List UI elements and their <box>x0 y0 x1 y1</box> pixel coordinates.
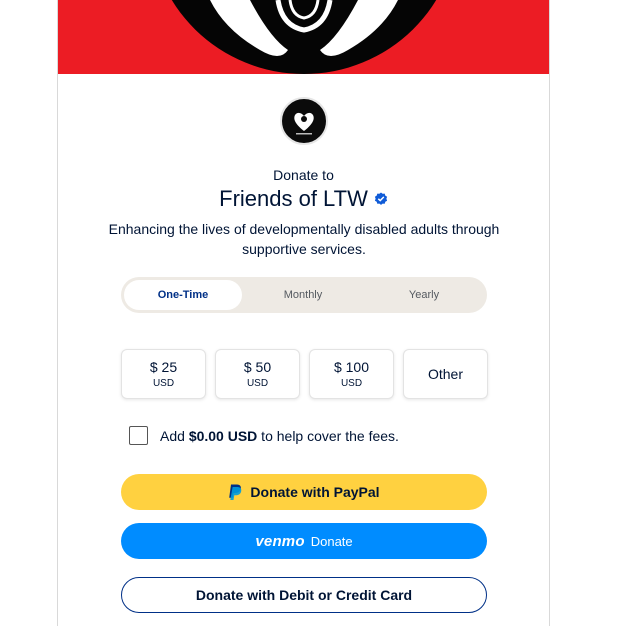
venmo-logo: venmo <box>255 532 305 550</box>
org-logo-icon <box>294 112 314 135</box>
amount-option-50[interactable]: $ 50 USD <box>215 349 300 399</box>
amount-options: $ 25 USD $ 50 USD $ 100 USD Other <box>121 349 488 399</box>
frequency-toggle: One-Time Monthly Yearly <box>121 277 487 313</box>
donate-to-label: Donate to <box>273 167 334 183</box>
paypal-icon <box>229 484 242 500</box>
amount-currency: USD <box>152 378 175 389</box>
paypal-button-label: Donate with PayPal <box>250 484 380 500</box>
amount-option-100[interactable]: $ 100 USD <box>309 349 394 399</box>
org-title-row: Friends of LTW <box>58 186 549 212</box>
donate-paypal-button[interactable]: Donate with PayPal <box>121 474 487 510</box>
hands-heart-logo-image <box>210 0 398 56</box>
org-name: Friends of LTW <box>219 186 368 211</box>
tab-one-time[interactable]: One-Time <box>124 280 242 310</box>
tab-monthly[interactable]: Monthly <box>242 280 364 310</box>
amount-other-label: Other <box>427 366 463 382</box>
org-tagline: Enhancing the lives of developmentally d… <box>108 221 500 257</box>
cover-fees-checkbox[interactable] <box>129 426 148 445</box>
fees-amount: $0.00 USD <box>188 427 258 444</box>
cover-fees-label: Add $0.00 USD to help cover the fees. <box>160 428 399 444</box>
fees-suffix: to help cover the fees. <box>257 427 399 444</box>
org-logo <box>280 97 328 145</box>
amount-option-25[interactable]: $ 25 USD <box>121 349 206 399</box>
donate-card-button[interactable]: Donate with Debit or Credit Card <box>121 577 487 613</box>
fees-prefix: Add <box>160 427 189 444</box>
amount-currency: USD <box>340 378 363 389</box>
amount-option-other[interactable]: Other <box>403 349 488 399</box>
tab-yearly[interactable]: Yearly <box>364 280 484 310</box>
amount-value: $ 25 <box>149 359 178 375</box>
cover-fees-row: Add $0.00 USD to help cover the fees. <box>129 426 399 445</box>
verified-badge-icon <box>374 192 387 205</box>
amount-value: $ 100 <box>333 359 370 375</box>
banner <box>58 0 549 74</box>
donation-card: Donate to Friends of LTW Enhancing the l… <box>57 0 550 626</box>
donate-venmo-button[interactable]: venmo Donate <box>121 523 487 559</box>
amount-currency: USD <box>246 378 269 389</box>
venmo-button-label: Donate <box>310 533 353 549</box>
amount-value: $ 50 <box>243 359 272 375</box>
